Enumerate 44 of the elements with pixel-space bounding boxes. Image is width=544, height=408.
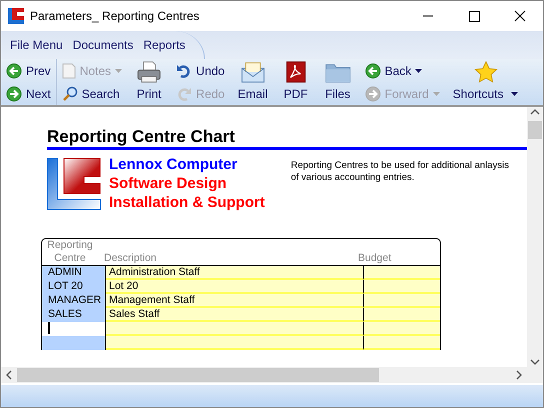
table-cell: LOT 20 — [42, 280, 106, 294]
close-icon — [512, 10, 528, 22]
redo-icon — [176, 86, 192, 102]
column-header: Budget — [358, 252, 392, 265]
report-title: Reporting Centre Chart — [47, 127, 527, 150]
toolbar-button[interactable]: Back — [362, 60, 442, 80]
table-cell: Administration Staff — [106, 266, 364, 280]
toolbar-button[interactable]: Next — [4, 84, 53, 104]
toolbar-button[interactable]: Print — [127, 59, 172, 105]
printer-icon — [135, 61, 164, 83]
toolbar-button[interactable]: Files — [316, 59, 360, 105]
description-text: Reporting Centres to be used for additional anlaysis of various accounting entries. — [290, 160, 510, 185]
toolbar-button[interactable]: Search — [60, 84, 124, 104]
toolbar-button[interactable]: PDF — [276, 59, 316, 105]
app-logo-icon — [8, 8, 24, 24]
star-icon — [472, 61, 500, 83]
window-title: Parameters_ Reporting Centres — [30, 8, 200, 25]
company-logo-icon — [47, 158, 101, 210]
search-icon — [62, 86, 78, 102]
menu-item[interactable]: Documents — [68, 36, 138, 54]
toolbar-button[interactable]: Prev — [4, 60, 53, 80]
envelope-icon — [238, 61, 267, 83]
note-icon — [62, 62, 76, 78]
pdf-file-icon — [284, 61, 307, 83]
company-text: Lennox Computer — [109, 155, 238, 174]
table-cell: SALES — [42, 308, 106, 322]
table-cell: Sales Staff — [106, 308, 364, 322]
column-header: Description — [103, 252, 158, 265]
toolbar-button[interactable]: Shortcuts — [444, 59, 526, 105]
column-header: Reporting Centre — [46, 239, 94, 265]
scrollbar-thumb — [528, 121, 542, 139]
maximize-icon — [466, 10, 482, 22]
undo-icon — [176, 62, 192, 78]
table-cell: Management Staff — [106, 294, 364, 308]
table-cell: MANAGER — [42, 294, 106, 308]
company-text: Installation & Support — [109, 193, 265, 212]
table-cell: Lot 20 — [106, 280, 364, 294]
toolbar-button[interactable]: Email — [230, 59, 276, 105]
table-cell: ADMIN — [42, 266, 106, 280]
menu-item[interactable]: Reports — [138, 36, 190, 54]
folder-icon — [324, 61, 352, 83]
company-text: Software Design — [109, 174, 228, 193]
menu-item[interactable]: File Menu — [5, 36, 68, 54]
toolbar-button[interactable]: Undo — [174, 60, 227, 80]
